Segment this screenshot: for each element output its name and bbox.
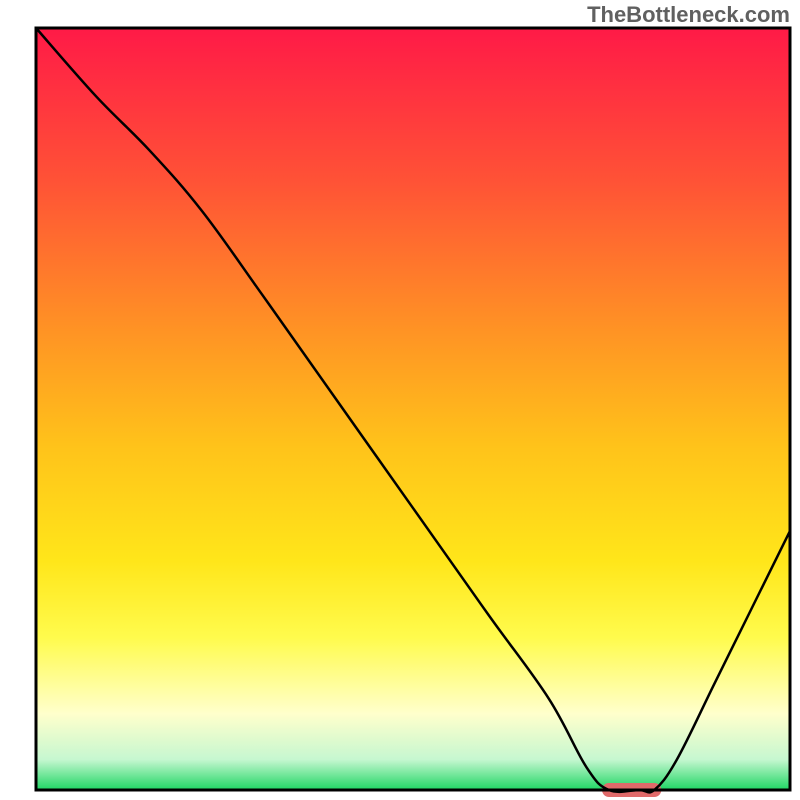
plot-background <box>36 28 790 790</box>
watermark-text: TheBottleneck.com <box>587 2 790 28</box>
chart-container: TheBottleneck.com <box>0 0 800 800</box>
chart-svg <box>0 0 800 800</box>
